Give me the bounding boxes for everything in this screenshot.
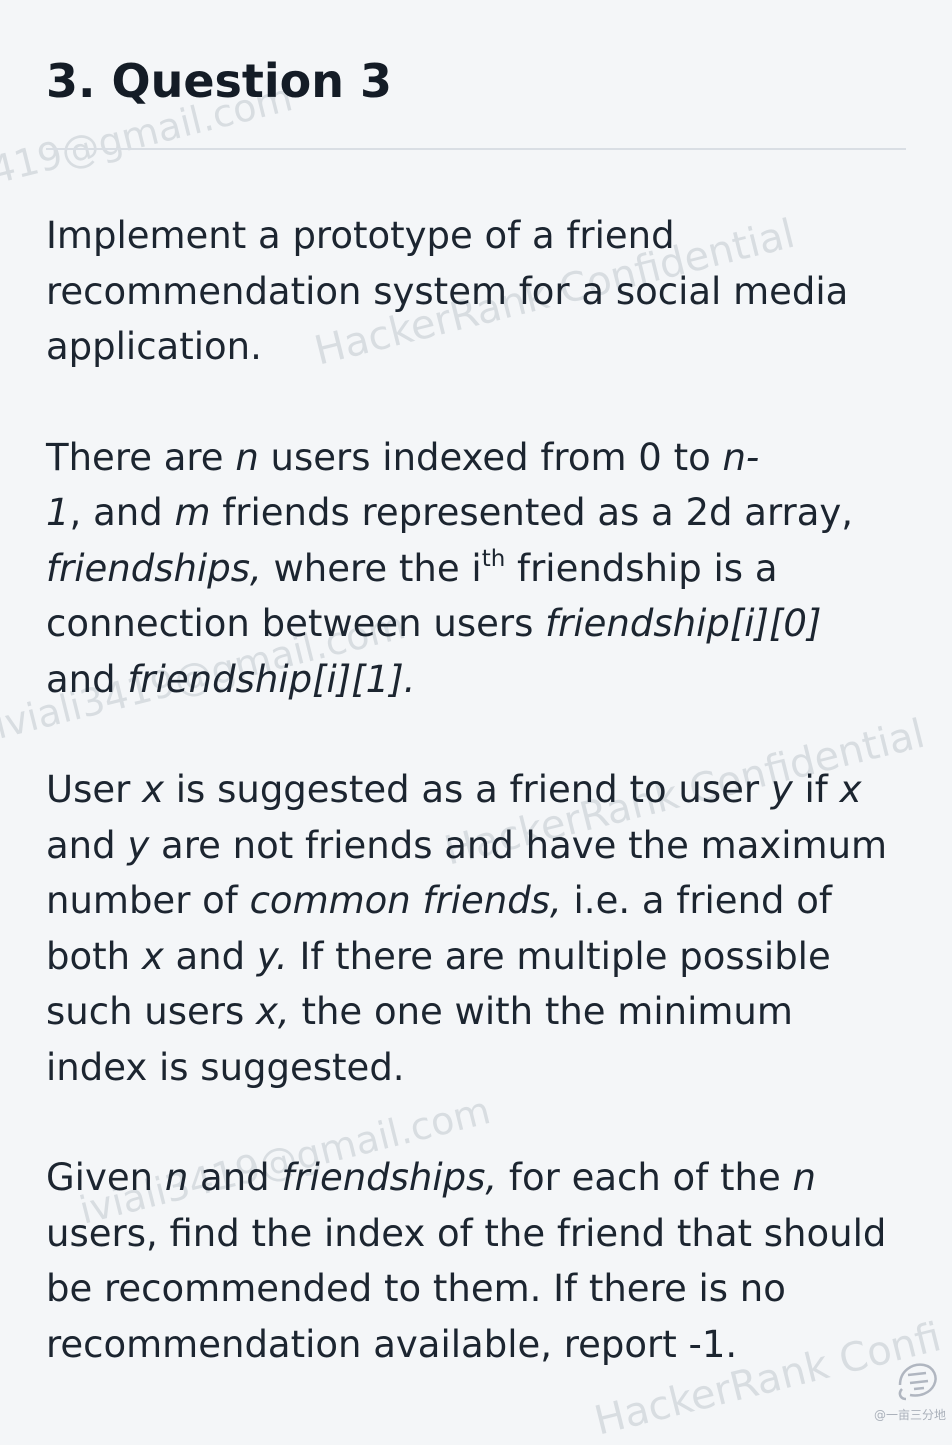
question-description: Implement a prototype of a friend recomm…	[46, 208, 896, 1427]
title-divider	[46, 148, 906, 150]
brand-logo-icon	[890, 1355, 942, 1403]
text-span: users indexed from 0 to	[258, 435, 723, 479]
variable-x: x,	[256, 990, 290, 1033]
variable-one: 1	[46, 491, 70, 534]
corner-caption: @一亩三分地	[873, 1408, 946, 1422]
term-common-friends: common friends,	[249, 879, 562, 922]
superscript-th: th	[481, 545, 506, 572]
variable-n: n	[792, 1156, 816, 1199]
variable-y: y.	[256, 934, 288, 978]
variable-m: m	[174, 491, 211, 534]
variable-x: x	[142, 768, 165, 811]
variable-x: x	[141, 934, 164, 978]
variable-friendship-i-1: friendship[i][1].	[127, 657, 416, 701]
paragraph-input-description: There are n users indexed from 0 to n- 1,…	[46, 430, 896, 708]
variable-friendships: friendships,	[281, 1156, 498, 1199]
variable-n: n	[164, 1156, 189, 1199]
text-span: users, find the index of the friend that…	[46, 1211, 887, 1366]
variable-n: n	[235, 435, 259, 479]
variable-x: x	[839, 768, 862, 811]
paragraph-intro: Implement a prototype of a friend recomm…	[46, 208, 896, 375]
text-span: where the i	[261, 546, 482, 590]
text-span: is suggested as a friend to user	[164, 768, 771, 811]
paragraph-suggestion-rule: User x is suggested as a friend to user …	[46, 762, 896, 1095]
question-title: 3. Question 3	[46, 54, 393, 108]
text-span: Implement a prototype of a friend recomm…	[46, 214, 849, 368]
text-span: for each of the	[497, 1156, 793, 1199]
text-span: and	[188, 1156, 282, 1199]
text-span: and	[46, 657, 128, 701]
text-span: , and	[69, 491, 175, 534]
text-span: There are	[46, 435, 236, 479]
text-span: Given	[46, 1156, 165, 1199]
text-span: User	[46, 768, 143, 811]
text-span: and	[163, 934, 257, 978]
text-span: if	[792, 768, 840, 811]
variable-y: y	[127, 823, 150, 867]
text-span: and	[46, 823, 128, 867]
variable-friendship-i-0: friendship[i][0]	[545, 602, 822, 645]
variable-y: y	[770, 768, 793, 811]
variable-friendships: friendships,	[46, 546, 262, 590]
text-span: friends represented as a 2d array,	[210, 491, 854, 534]
variable-n-minus: n-	[722, 435, 760, 479]
paragraph-task: Given n and friendships, for each of the…	[46, 1150, 896, 1372]
